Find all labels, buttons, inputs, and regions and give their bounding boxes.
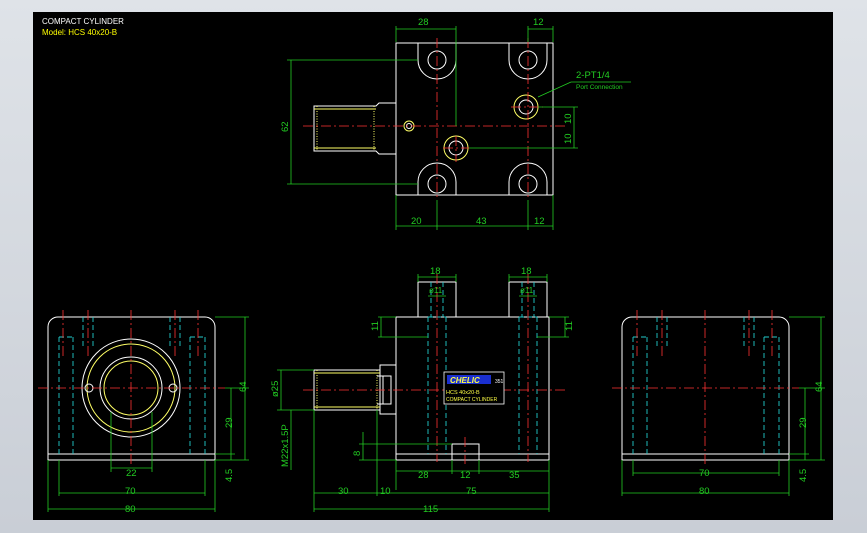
dim-l-29: 29 — [224, 417, 235, 428]
drawing-title: COMPACT CYLINDER — [42, 17, 124, 26]
dim-r-29: 29 — [798, 417, 809, 428]
right-end-view: 70 80 64 29 4.5 — [612, 310, 825, 497]
dim-top-28: 28 — [418, 17, 429, 28]
dim-f-8: 8 — [352, 451, 363, 456]
dim-r-64: 64 — [814, 381, 825, 392]
dim-r-70: 70 — [699, 468, 710, 479]
dim-f-10: 10 — [380, 486, 391, 497]
dim-f-d25: ø25 — [270, 381, 281, 397]
dim-l-70: 70 — [125, 486, 136, 497]
dim-l-45: 4.5 — [224, 469, 235, 482]
dim-right-10b: 10 — [563, 133, 574, 144]
dim-f-35: 35 — [509, 470, 520, 481]
cad-viewport[interactable]: COMPACT CYLINDER Model: HCS 40x20-B 28 1… — [33, 12, 833, 520]
dim-bot-12: 12 — [534, 216, 545, 227]
dim-f-m22: M22x1.5P — [280, 424, 291, 467]
dim-l-64: 64 — [238, 381, 249, 392]
dim-bot-43: 43 — [476, 216, 487, 227]
drawing-model: Model: HCS 40x20-B — [42, 28, 117, 37]
dim-bot-20: 20 — [411, 216, 422, 227]
dim-f-30: 30 — [338, 486, 349, 497]
dim-r-45: 4.5 — [798, 469, 809, 482]
nameplate-brand: CHELIC — [450, 376, 480, 385]
dim-side-62: 62 — [280, 121, 291, 132]
dim-top-12: 12 — [533, 17, 544, 28]
dim-f-28: 28 — [418, 470, 429, 481]
port-note-sub: Port Connection — [576, 84, 623, 91]
drawing-canvas: COMPACT CYLINDER Model: HCS 40x20-B 28 1… — [38, 17, 825, 515]
dim-f-11a: 11 — [370, 321, 381, 331]
dim-f-12: 12 — [460, 470, 471, 481]
dim-f-18a: 18 — [430, 266, 441, 277]
dim-f-18b: 18 — [521, 266, 532, 277]
port-note: 2-PT1/4 — [576, 70, 610, 81]
nameplate-desc: COMPACT CYLINDER — [446, 397, 498, 403]
nameplate-code: 351 — [495, 379, 504, 385]
dim-f-d11a: ø11 — [429, 286, 443, 295]
dim-r-80: 80 — [699, 486, 710, 497]
dim-l-80: 80 — [125, 504, 136, 515]
dim-f-115: 115 — [423, 504, 438, 515]
dim-f-11b: 11 — [564, 321, 575, 331]
left-end-view: 22 70 80 64 29 4.5 — [38, 310, 249, 515]
dim-f-d11b: ø11 — [520, 286, 534, 295]
top-view: 28 12 62 10 10 20 43 12 2-PT1/4 Port Con… — [280, 17, 631, 230]
dim-f-75: 75 — [466, 486, 477, 497]
dim-l-22: 22 — [126, 468, 137, 479]
nameplate-model: HCS 40x20-B — [446, 390, 480, 396]
dim-right-10a: 10 — [563, 113, 574, 124]
front-view: CHELIC 351 HCS 40x20-B COMPACT CYLINDER … — [270, 266, 575, 515]
